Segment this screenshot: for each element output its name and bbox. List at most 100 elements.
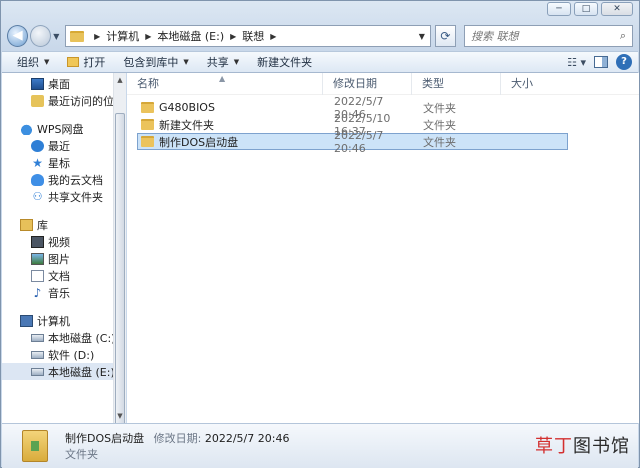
watermark-part2: 图书馆 (573, 436, 630, 457)
sidebar-item-drive-d[interactable]: 软件 (D:) (2, 346, 125, 363)
drive-icon (31, 350, 44, 359)
include-in-library-menu[interactable]: 包含到库中 ▼ (114, 52, 197, 72)
sidebar-scrollbar[interactable]: ▲ ▼ (113, 73, 126, 451)
sidebar-item-label: 星标 (48, 156, 70, 170)
sidebar-item-recent[interactable]: 最近 (2, 137, 125, 154)
chevron-right-icon[interactable]: ▶ (94, 32, 100, 41)
maximize-button[interactable]: □ (574, 2, 598, 16)
folder-icon (70, 30, 85, 42)
sidebar-item-shared-folders[interactable]: ⚇ 共享文件夹 (2, 188, 125, 205)
folder-icon (141, 136, 154, 147)
new-folder-button[interactable]: 新建文件夹 (248, 52, 321, 72)
details-file-name: 制作DOS启动盘 (65, 432, 145, 445)
sidebar-group-label: WPS网盘 (37, 122, 84, 136)
search-box[interactable]: ⌕ (464, 25, 633, 47)
sidebar-item-recent-places[interactable]: 最近访问的位置 (2, 92, 125, 109)
sidebar-group-label: 计算机 (37, 314, 70, 328)
column-header-label: 名称 (137, 76, 159, 90)
cloud-icon (20, 122, 33, 135)
address-dropdown-icon[interactable]: ▼ (414, 32, 430, 41)
file-name: G480BIOS (159, 101, 215, 114)
sidebar-item-label: 文档 (48, 269, 70, 283)
sidebar-item-label: 软件 (D:) (48, 348, 95, 362)
cloud-doc-icon (31, 173, 44, 186)
folder-icon (141, 119, 154, 130)
search-icon[interactable]: ⌕ (614, 29, 632, 43)
sidebar-item-music[interactable]: ♪ 音乐 (2, 284, 125, 301)
breadcrumb-computer[interactable]: 计算机 (106, 28, 139, 44)
back-button[interactable]: ◀ (7, 25, 29, 47)
column-headers: 名称 ▲ 修改日期 类型 大小 (127, 72, 639, 95)
command-bar: 组织 ▼ 打开 包含到库中 ▼ 共享 ▼ 新建文件夹 ☷ ▾ ? (2, 51, 638, 73)
details-title: 制作DOS启动盘 修改日期: 2022/5/7 20:46 (65, 430, 289, 446)
sidebar-group-libraries[interactable]: 库 (2, 216, 125, 233)
sidebar-group-label: 库 (37, 218, 48, 232)
sidebar-item-label: 桌面 (48, 77, 70, 91)
scroll-up-icon[interactable]: ▲ (114, 73, 126, 87)
scrollbar-thumb[interactable] (115, 113, 125, 451)
sidebar-item-cloud-docs[interactable]: 我的云文档 (2, 171, 125, 188)
sidebar-item-pictures[interactable]: 图片 (2, 250, 125, 267)
minimize-button[interactable]: ─ (547, 2, 571, 16)
help-icon[interactable]: ? (616, 54, 632, 70)
picture-icon (31, 252, 44, 265)
sidebar-item-drive-c[interactable]: 本地磁盘 (C:) (2, 329, 125, 346)
column-header-label: 修改日期 (333, 76, 377, 90)
sidebar-group-computer[interactable]: 计算机 (2, 312, 125, 329)
file-name: 新建文件夹 (159, 118, 214, 132)
file-list: 名称 ▲ 修改日期 类型 大小 G480BIOS 2022/5/7 20:46 … (127, 72, 639, 423)
sidebar-group-wps[interactable]: WPS网盘 (2, 120, 125, 137)
forward-button[interactable] (30, 25, 52, 47)
include-in-library-label: 包含到库中 (123, 56, 179, 69)
preview-pane-icon[interactable] (594, 56, 608, 68)
column-header-date[interactable]: 修改日期 (323, 72, 412, 95)
chevron-right-icon[interactable]: ▶ (230, 32, 236, 41)
file-type: 文件夹 (423, 118, 456, 132)
column-header-size[interactable]: 大小 (501, 73, 561, 95)
watermark-part1: 草丁 (535, 436, 573, 457)
sidebar-item-label: 我的云文档 (48, 173, 103, 187)
chevron-right-icon[interactable]: ▶ (145, 32, 151, 41)
view-controls: ☷ ▾ ? (567, 54, 638, 70)
chevron-down-icon: ▼ (233, 58, 240, 66)
organize-label: 组织 (17, 56, 39, 69)
sidebar-item-drive-e[interactable]: 本地磁盘 (E:) (2, 363, 125, 380)
drive-icon (31, 367, 44, 376)
search-input[interactable] (471, 29, 614, 43)
chevron-right-icon[interactable]: ▶ (270, 32, 276, 41)
file-row-selected[interactable]: 制作DOS启动盘 2022/5/7 20:46 文件夹 (137, 129, 568, 155)
sidebar-item-starred[interactable]: ★ 星标 (2, 154, 125, 171)
sidebar-item-documents[interactable]: 文档 (2, 267, 125, 284)
sidebar-item-desktop[interactable]: 桌面 (2, 75, 125, 92)
view-options-icon[interactable]: ☷ ▾ (567, 56, 586, 69)
window-controls: ─ □ ✕ (547, 2, 633, 16)
sidebar-item-label: 视频 (48, 235, 70, 249)
close-button[interactable]: ✕ (601, 2, 633, 16)
folder-thumbnail-icon (22, 430, 48, 462)
video-icon (31, 235, 44, 248)
navigation-bar: ◀ ▼ ▶ 计算机 ▶ 本地磁盘 (E:) ▶ 联想 ▶ ▼ ⟳ ⌕ (7, 23, 633, 49)
scroll-down-icon[interactable]: ▼ (114, 409, 126, 423)
music-icon: ♪ (33, 285, 42, 300)
open-button[interactable]: 打开 (58, 52, 114, 72)
sidebar-item-label: 本地磁盘 (E:) (48, 365, 115, 379)
details-file-type: 文件夹 (65, 448, 98, 461)
explorer-window: ─ □ ✕ ◀ ▼ ▶ 计算机 ▶ 本地磁盘 (E:) ▶ 联想 ▶ ▼ ⟳ ⌕… (0, 0, 640, 468)
chevron-down-icon: ▼ (183, 58, 189, 66)
drive-icon (31, 333, 44, 342)
breadcrumb-drive-e[interactable]: 本地磁盘 (E:) (157, 28, 224, 44)
sidebar-item-videos[interactable]: 视频 (2, 233, 125, 250)
breadcrumb-lenovo[interactable]: 联想 (242, 28, 264, 44)
file-type: 文件夹 (423, 101, 456, 115)
chevron-down-icon: ▼ (44, 58, 50, 66)
column-header-type[interactable]: 类型 (412, 72, 501, 95)
computer-icon (20, 314, 33, 327)
share-icon: ⚇ (32, 189, 43, 203)
recent-pages-dropdown[interactable]: ▼ (51, 32, 61, 41)
library-icon (20, 218, 33, 231)
refresh-button[interactable]: ⟳ (434, 25, 456, 47)
address-bar[interactable]: ▶ 计算机 ▶ 本地磁盘 (E:) ▶ 联想 ▶ ▼ (65, 25, 431, 47)
organize-menu[interactable]: 组织 ▼ (8, 52, 58, 72)
recent-places-icon (31, 94, 44, 107)
column-header-name[interactable]: 名称 ▲ (127, 72, 323, 95)
